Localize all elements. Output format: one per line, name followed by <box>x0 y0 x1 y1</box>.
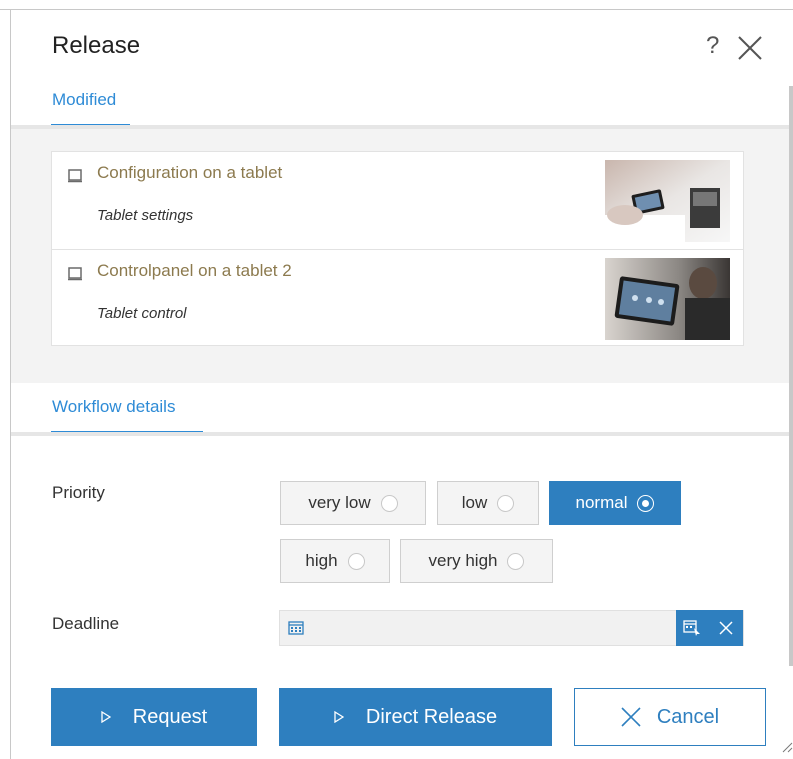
date-picker-icon[interactable] <box>683 620 701 636</box>
window-top-border <box>0 0 793 10</box>
item-title[interactable]: Configuration on a tablet <box>97 163 282 183</box>
priority-label: Priority <box>52 483 105 502</box>
priority-low[interactable]: low <box>437 481 539 525</box>
tab-bar-divider <box>11 432 789 436</box>
deadline-actions <box>676 610 743 646</box>
list-item[interactable]: Controlpanel on a tablet 2 Tablet contro… <box>52 249 743 346</box>
priority-very-low[interactable]: very low <box>280 481 426 525</box>
item-subtitle: Tablet control <box>97 305 187 322</box>
priority-option-label: normal <box>575 493 628 512</box>
page-icon <box>68 267 82 281</box>
window-left-border <box>10 10 11 759</box>
radio-icon <box>507 552 525 570</box>
priority-option-label: very high <box>428 551 498 570</box>
tab-workflow-details[interactable]: Workflow details <box>52 397 175 417</box>
request-button-label: Request <box>132 705 208 728</box>
priority-option-label: high <box>305 551 338 570</box>
request-button[interactable]: Request <box>51 688 257 746</box>
priority-very-high[interactable]: very high <box>400 539 553 583</box>
deadline-field <box>279 610 744 646</box>
deadline-input[interactable] <box>310 611 670 645</box>
tablet-image <box>605 160 730 242</box>
radio-selected-icon <box>637 494 655 512</box>
cancel-button-label: Cancel <box>656 705 720 728</box>
close-icon <box>621 707 641 727</box>
item-title[interactable]: Controlpanel on a tablet 2 <box>97 261 292 281</box>
item-subtitle: Tablet settings <box>97 207 194 224</box>
direct-release-button[interactable]: Direct Release <box>279 688 552 746</box>
direct-release-button-label: Direct Release <box>365 705 498 728</box>
list-item[interactable]: Configuration on a tablet Tablet setting… <box>52 152 743 249</box>
cancel-button[interactable]: Cancel <box>574 688 766 746</box>
close-icon[interactable] <box>736 34 764 62</box>
radio-icon <box>380 494 398 512</box>
calendar-icon[interactable] <box>288 621 304 635</box>
radio-icon <box>497 494 515 512</box>
page-icon <box>68 169 82 183</box>
priority-normal[interactable]: normal <box>549 481 681 525</box>
scrollbar[interactable] <box>789 86 793 666</box>
help-icon[interactable]: ? <box>706 32 719 60</box>
priority-option-label: very low <box>308 493 371 512</box>
clear-icon[interactable] <box>718 620 734 636</box>
priority-high[interactable]: high <box>280 539 390 583</box>
priority-option-label: low <box>461 493 488 512</box>
play-icon <box>101 711 111 723</box>
dialog-title: Release <box>52 32 141 59</box>
deadline-label: Deadline <box>52 614 120 633</box>
play-icon <box>334 711 344 723</box>
tab-modified[interactable]: Modified <box>52 90 116 110</box>
modified-items-list: Configuration on a tablet Tablet setting… <box>51 151 744 346</box>
radio-icon <box>347 552 365 570</box>
tablet-image <box>605 258 730 340</box>
resize-grip-icon[interactable] <box>781 741 793 753</box>
